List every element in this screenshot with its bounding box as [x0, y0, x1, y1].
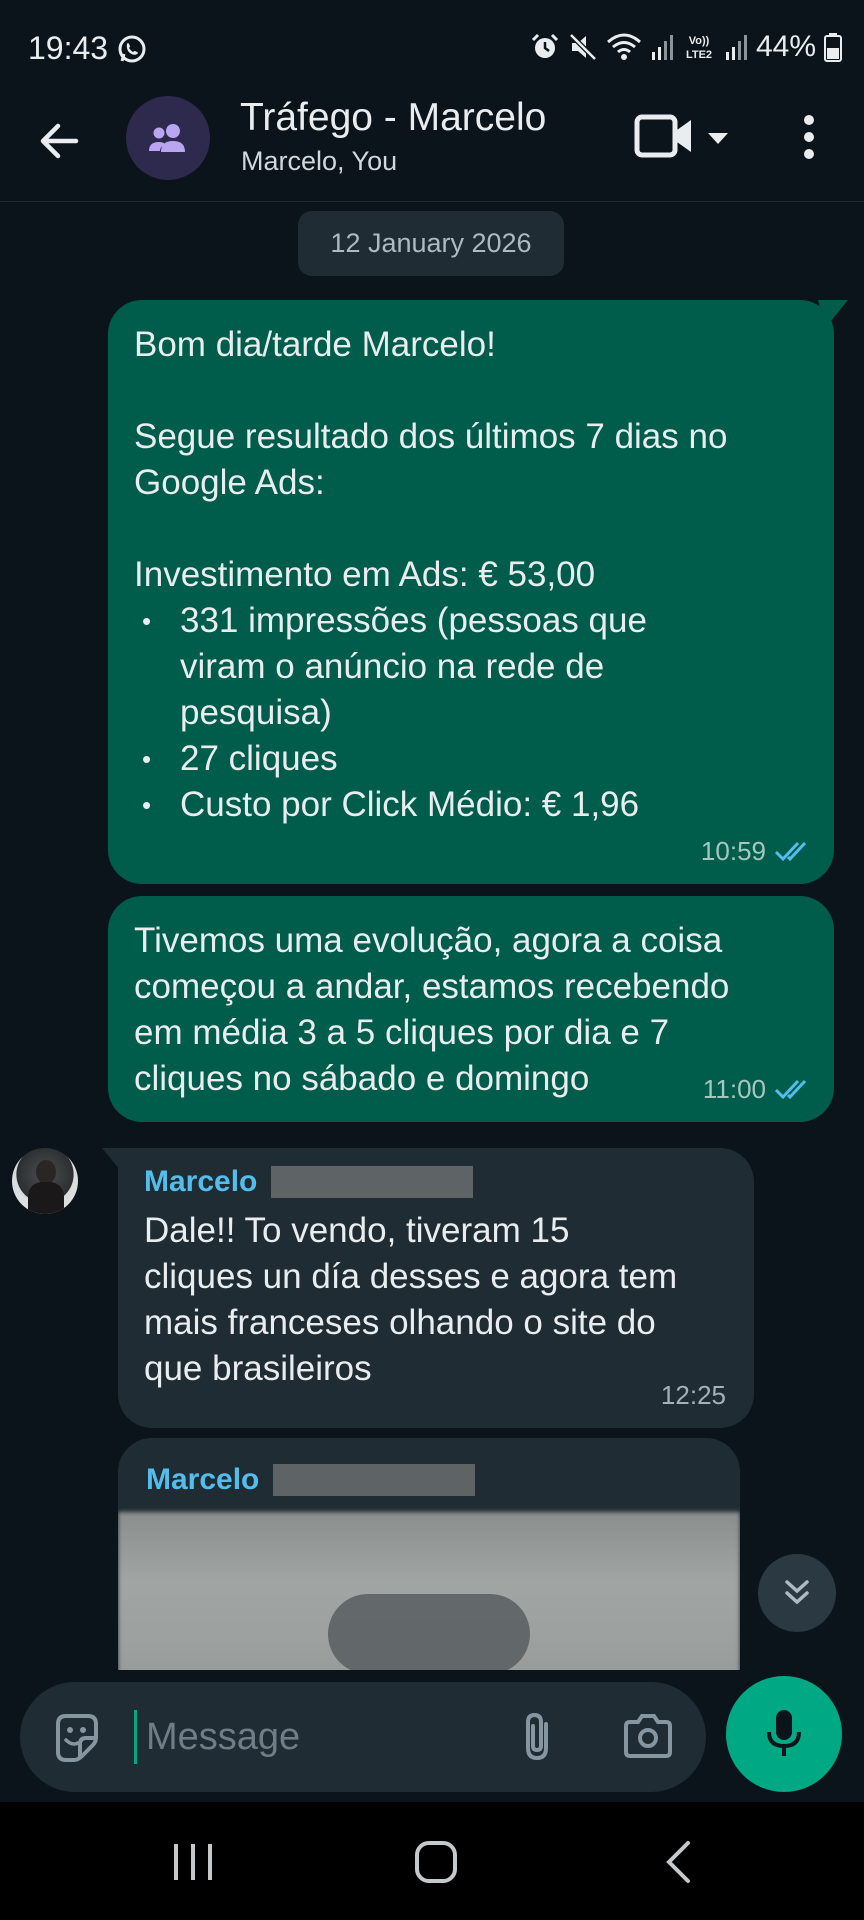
- avatar-head: [36, 1160, 56, 1184]
- bullet-text: pesquisa): [180, 693, 332, 732]
- group-avatar[interactable]: [126, 96, 210, 180]
- date-divider: 12 January 2026: [298, 211, 564, 276]
- double-chevron-down-icon: [785, 1580, 809, 1605]
- message-body: Dale!! To vendo, tiveram 15 cliques un d…: [144, 1208, 728, 1392]
- signal-icon: [651, 35, 673, 60]
- scroll-to-bottom-button[interactable]: [758, 1554, 836, 1632]
- status-icons: Vo)) LTE2 44%: [530, 30, 842, 64]
- message-text: mais franceses olhando o site do: [144, 1303, 656, 1342]
- outgoing-message[interactable]: Tivemos uma evolução, agora a coisa come…: [108, 896, 834, 1122]
- chat-participants[interactable]: Marcelo, You: [241, 146, 397, 177]
- message-meta: 12:25: [661, 1372, 726, 1418]
- bullet-text: 27 cliques: [180, 739, 338, 778]
- battery-percent: 44%: [755, 30, 816, 63]
- download-pill[interactable]: [328, 1594, 530, 1670]
- sender-name[interactable]: Marcelo: [146, 1460, 259, 1500]
- message-input[interactable]: [132, 1704, 512, 1770]
- more-options-icon[interactable]: [798, 114, 820, 160]
- avatar-body: [28, 1182, 64, 1214]
- sender-name-row: Marcelo: [146, 1460, 476, 1500]
- message-time: 11:00: [702, 1074, 766, 1104]
- bullet-text: 331 impressões (pessoas que: [180, 601, 647, 640]
- bullet-text: Custo por Click Médio: € 1,96: [180, 785, 640, 824]
- chevron-down-icon[interactable]: [706, 130, 730, 146]
- message-text: que brasileiros: [144, 1349, 372, 1388]
- message-meta: 11:00: [703, 1066, 814, 1112]
- wifi-icon: [606, 33, 641, 60]
- nav-back-icon[interactable]: [664, 1840, 692, 1884]
- message-text: em média 3 a 5 cliques por dia e 7: [134, 1013, 670, 1052]
- system-nav-bar: [0, 1802, 864, 1920]
- message-time: 10:59: [700, 836, 766, 866]
- read-receipt-icon: [774, 841, 807, 862]
- recent-apps-icon[interactable]: [170, 1842, 216, 1882]
- sender-avatar[interactable]: [12, 1148, 78, 1214]
- message-composer: [20, 1682, 706, 1792]
- chat-header: Tráfego - Marcelo Marcelo, You: [0, 96, 864, 202]
- message-time: 12:25: [660, 1380, 726, 1410]
- read-receipt-icon: [774, 1079, 807, 1100]
- battery-icon: [824, 33, 842, 62]
- message-text: Dale!! To vendo, tiveram 15: [144, 1211, 570, 1250]
- message-text: Investimento em Ads: € 53,00: [134, 555, 596, 594]
- message-text: Tivemos uma evolução, agora a coisa: [134, 921, 723, 960]
- sender-name[interactable]: Marcelo: [144, 1162, 257, 1202]
- signal2-icon: [725, 35, 747, 60]
- microphone-icon: [767, 1710, 801, 1756]
- video-call-icon[interactable]: [634, 112, 694, 160]
- message-text: começou a andar, estamos recebendo: [134, 967, 730, 1006]
- incoming-image-message[interactable]: Marcelo: [118, 1438, 740, 1670]
- message-text: Google Ads:: [134, 463, 325, 502]
- redacted-phone: [273, 1464, 476, 1496]
- volte-icon: Vo)) LTE2: [686, 35, 712, 61]
- svg-text:LTE2: LTE2: [686, 49, 712, 61]
- bullet-list: 331 impressões (pessoas que viram o anún…: [134, 598, 808, 828]
- alarm-icon: [531, 33, 559, 58]
- message-text: Bom dia/tarde Marcelo!: [134, 325, 496, 364]
- status-bar: 19:43 Vo)) LTE2 44%: [0, 0, 864, 96]
- message-text: cliques un día desses e agora tem: [144, 1257, 678, 1296]
- message-meta: 10:59: [701, 828, 814, 874]
- back-arrow-icon[interactable]: [34, 116, 84, 166]
- outgoing-message[interactable]: Bom dia/tarde Marcelo! Segue resultado d…: [108, 300, 848, 884]
- home-icon[interactable]: [414, 1840, 458, 1884]
- redacted-phone: [271, 1166, 474, 1198]
- message-text: Segue resultado dos últimos 7 dias no: [134, 417, 728, 456]
- sender-name-row: Marcelo: [144, 1162, 728, 1202]
- bubble-tail: [818, 300, 848, 322]
- bullet-item: 331 impressões (pessoas que viram o anún…: [134, 598, 808, 736]
- chat-messages[interactable]: 12 January 2026 Bom dia/tarde Marcelo! S…: [0, 202, 864, 1670]
- whatsapp-icon: [118, 35, 146, 63]
- attach-icon[interactable]: [516, 1710, 562, 1764]
- chat-title[interactable]: Tráfego - Marcelo: [240, 96, 546, 140]
- camera-icon[interactable]: [622, 1712, 674, 1760]
- voice-message-button[interactable]: [726, 1676, 842, 1792]
- bullet-text: viram o anúncio na rede de: [180, 647, 605, 686]
- svg-text:Vo)): Vo)): [689, 35, 710, 47]
- bubble-tail: [102, 1148, 132, 1170]
- bullet-item: Custo por Click Médio: € 1,96: [134, 782, 808, 828]
- incoming-message[interactable]: Marcelo Dale!! To vendo, tiveram 15 cliq…: [102, 1148, 754, 1428]
- sticker-icon[interactable]: [50, 1710, 104, 1764]
- group-icon: [149, 124, 185, 152]
- status-time: 19:43: [28, 30, 109, 66]
- mute-icon: [569, 33, 597, 61]
- bullet-item: 27 cliques: [134, 736, 808, 782]
